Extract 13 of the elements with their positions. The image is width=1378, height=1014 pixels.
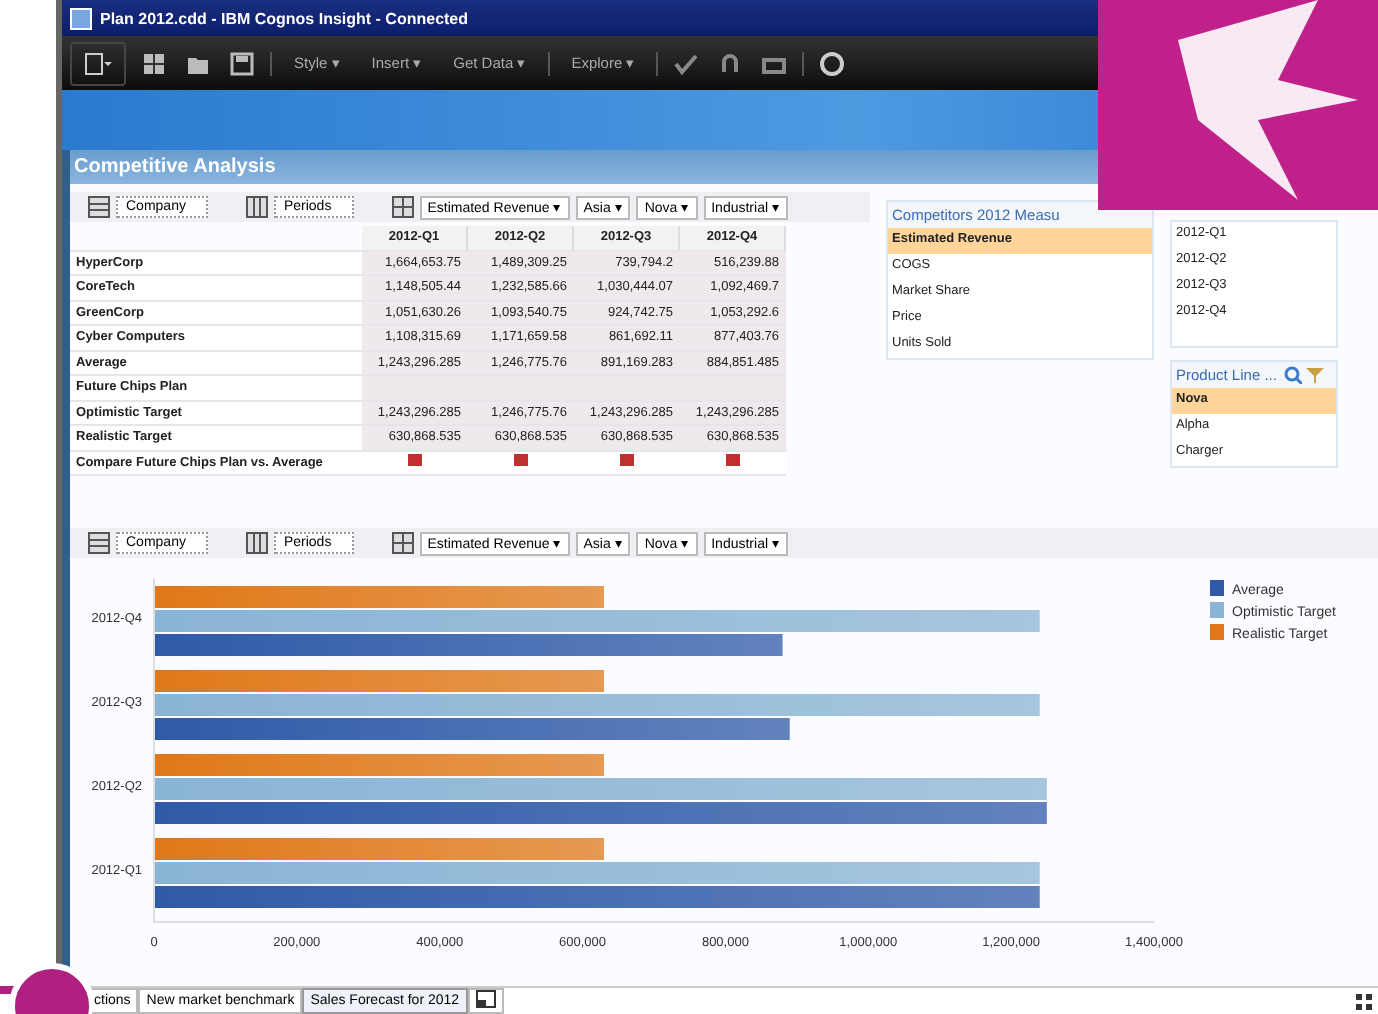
context-icon [391,196,414,218]
search-icon[interactable] [1284,366,1303,384]
columns-icon [245,196,268,218]
columns-icon [245,532,268,554]
rows-icon [88,196,110,218]
app-icon [70,7,92,29]
new-tab-icon[interactable] [467,988,504,1014]
window-title: Plan 2012.cdd - IBM Cognos Insight - Connected [100,9,469,27]
context-icon [391,532,414,554]
layout-icon[interactable] [1356,988,1378,1014]
rows-icon [88,532,110,554]
save-icon[interactable] [226,47,258,79]
page-icon[interactable] [70,41,126,85]
